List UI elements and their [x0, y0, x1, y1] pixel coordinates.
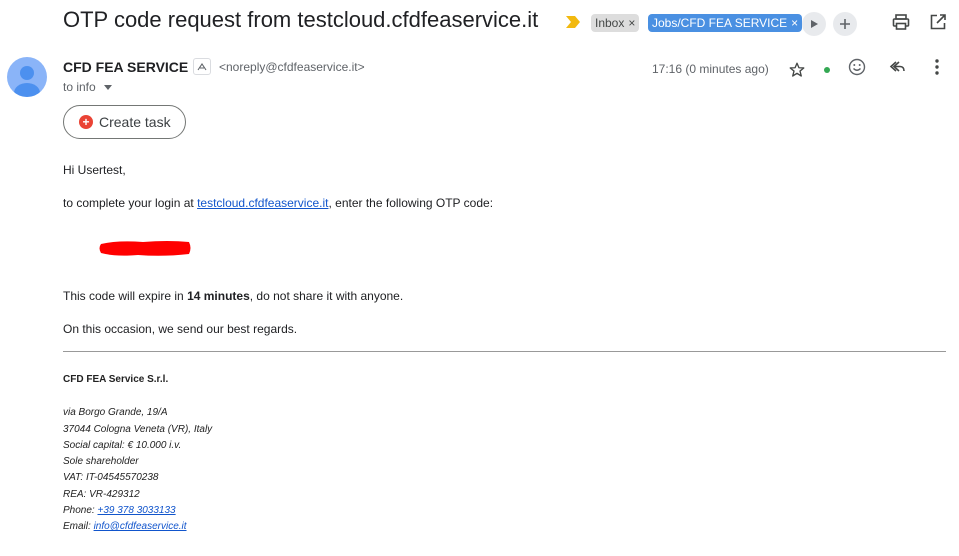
signature-phone: Phone: +39 378 3033133 — [63, 505, 176, 516]
signature-capital: Social capital: € 10.000 i.v. — [63, 440, 182, 451]
add-label-button[interactable] — [833, 12, 857, 36]
signature-address-1: via Borgo Grande, 19/A — [63, 407, 168, 418]
email-subject: OTP code request from testcloud.cfdfease… — [63, 7, 539, 32]
more-options-button[interactable] — [925, 55, 949, 79]
phone-label: Phone: — [63, 505, 98, 516]
print-icon — [892, 14, 910, 30]
signature-vat: VAT: IT-04545570238 — [63, 472, 159, 483]
reply-all-button[interactable] — [885, 55, 909, 79]
star-icon — [789, 62, 805, 77]
login-instruction: to complete your login at testcloud.cfdf… — [63, 196, 493, 210]
sender-verification-icon — [197, 63, 207, 71]
importance-marker-icon[interactable] — [566, 16, 580, 28]
message-time: 17:16 (0 minutes ago) — [652, 62, 769, 76]
signature-rea: REA: VR-429312 — [63, 489, 140, 500]
plus-icon — [840, 19, 850, 29]
signature-email: Email: info@cfdfeaservice.it — [63, 521, 187, 532]
recipient-line[interactable]: to info — [63, 80, 113, 94]
phone-link[interactable]: +39 378 3033133 — [97, 505, 175, 516]
redacted-otp-code — [99, 241, 191, 256]
more-vert-icon — [935, 59, 939, 75]
instruction-prefix: to complete your login at — [63, 196, 198, 210]
greeting: Hi Usertest, — [63, 163, 126, 177]
avatar[interactable] — [7, 57, 47, 97]
emoji-icon — [848, 58, 866, 76]
label-jobs[interactable]: Jobs/CFD FEA SERVICE × — [648, 14, 803, 32]
expiry-prefix: This code will expire in — [63, 289, 188, 303]
signature-divider — [63, 351, 946, 352]
add-reaction-button[interactable] — [845, 55, 869, 79]
remove-label-jobs-icon[interactable]: × — [791, 16, 798, 30]
chevron-down-icon[interactable] — [104, 85, 113, 91]
email-link[interactable]: info@cfdfeaservice.it — [94, 521, 187, 532]
expiry-duration: 14 minutes — [187, 289, 250, 303]
person-icon — [14, 66, 40, 97]
label-inbox[interactable]: Inbox × — [591, 14, 640, 32]
online-status-icon — [824, 67, 830, 73]
open-new-window-icon — [930, 14, 946, 30]
print-button[interactable] — [889, 10, 913, 34]
regards: On this occasion, we send our best regar… — [63, 322, 298, 336]
recipient-text: to info — [63, 80, 96, 94]
signature-company: CFD FEA Service S.r.l. — [63, 374, 169, 385]
signature-address-2: 37044 Cologna Veneta (VR), Italy — [63, 424, 213, 435]
label-inbox-text: Inbox — [595, 16, 625, 30]
login-link[interactable]: testcloud.cfdfeaservice.it — [197, 196, 328, 210]
play-button[interactable] — [802, 12, 826, 36]
open-new-window-button[interactable] — [926, 10, 950, 34]
reply-all-icon — [889, 61, 905, 72]
add-task-icon: + — [79, 115, 93, 129]
play-icon — [811, 20, 818, 28]
expiry-suffix: , do not share it with anyone. — [249, 289, 404, 303]
star-button[interactable] — [785, 58, 809, 82]
create-task-button[interactable]: + Create task — [63, 105, 186, 139]
sender-badge — [193, 58, 211, 75]
email-label: Email: — [63, 521, 94, 532]
signature-shareholder: Sole shareholder — [63, 456, 139, 467]
label-jobs-text: Jobs/CFD FEA SERVICE — [652, 16, 788, 30]
expiry-notice: This code will expire in 14 minutes, do … — [63, 289, 403, 303]
remove-label-inbox-icon[interactable]: × — [628, 16, 635, 30]
sender-email: <noreply@cfdfeaservice.it> — [219, 60, 365, 74]
instruction-suffix: , enter the following OTP code: — [328, 196, 494, 210]
sender-name[interactable]: CFD FEA SERVICE — [63, 59, 188, 75]
create-task-label: Create task — [99, 114, 171, 130]
